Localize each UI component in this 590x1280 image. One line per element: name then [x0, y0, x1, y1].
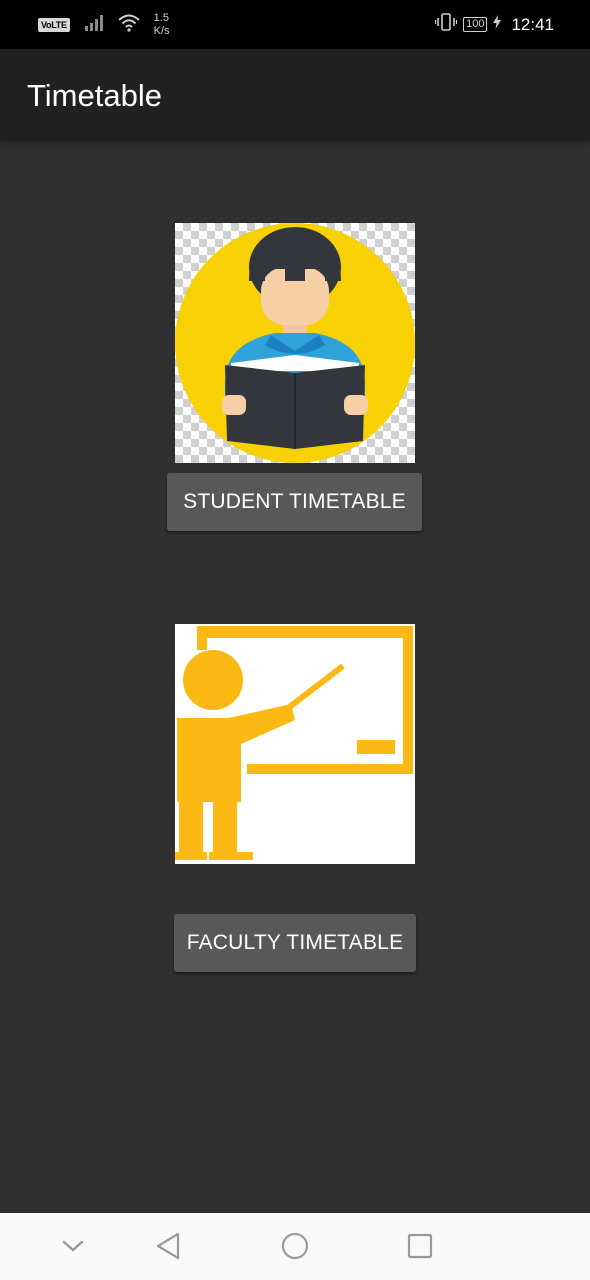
network-speed: 1.5 K/s	[154, 12, 170, 38]
vibrate-icon	[434, 13, 458, 36]
teacher-board-icon[interactable]	[175, 624, 415, 864]
recents-icon[interactable]	[405, 1231, 435, 1266]
charging-icon	[493, 15, 502, 34]
chevron-down-icon[interactable]	[58, 1231, 88, 1266]
wifi-icon	[118, 14, 140, 37]
network-speed-unit: K/s	[153, 25, 170, 37]
student-reading-icon[interactable]	[175, 223, 415, 463]
back-icon[interactable]	[154, 1231, 184, 1266]
volte-badge: VoLTE	[38, 18, 70, 32]
page-title: Timetable	[27, 78, 162, 113]
status-bar: VoLTE 1.5 K/s 100 12:41	[0, 0, 590, 49]
faculty-timetable-button[interactable]: FACULTY TIMETABLE	[174, 914, 416, 972]
app-bar: Timetable	[0, 49, 590, 141]
navigation-bar	[0, 1213, 590, 1280]
status-left: VoLTE 1.5 K/s	[38, 12, 170, 38]
student-timetable-button[interactable]: STUDENT TIMETABLE	[167, 473, 422, 531]
battery-icon: 100	[463, 17, 488, 32]
status-time: 12:41	[511, 14, 554, 34]
signal-icon	[84, 14, 104, 36]
home-icon[interactable]	[280, 1231, 310, 1266]
status-right: 100 12:41	[434, 13, 554, 36]
network-speed-value: 1.5	[153, 12, 169, 24]
